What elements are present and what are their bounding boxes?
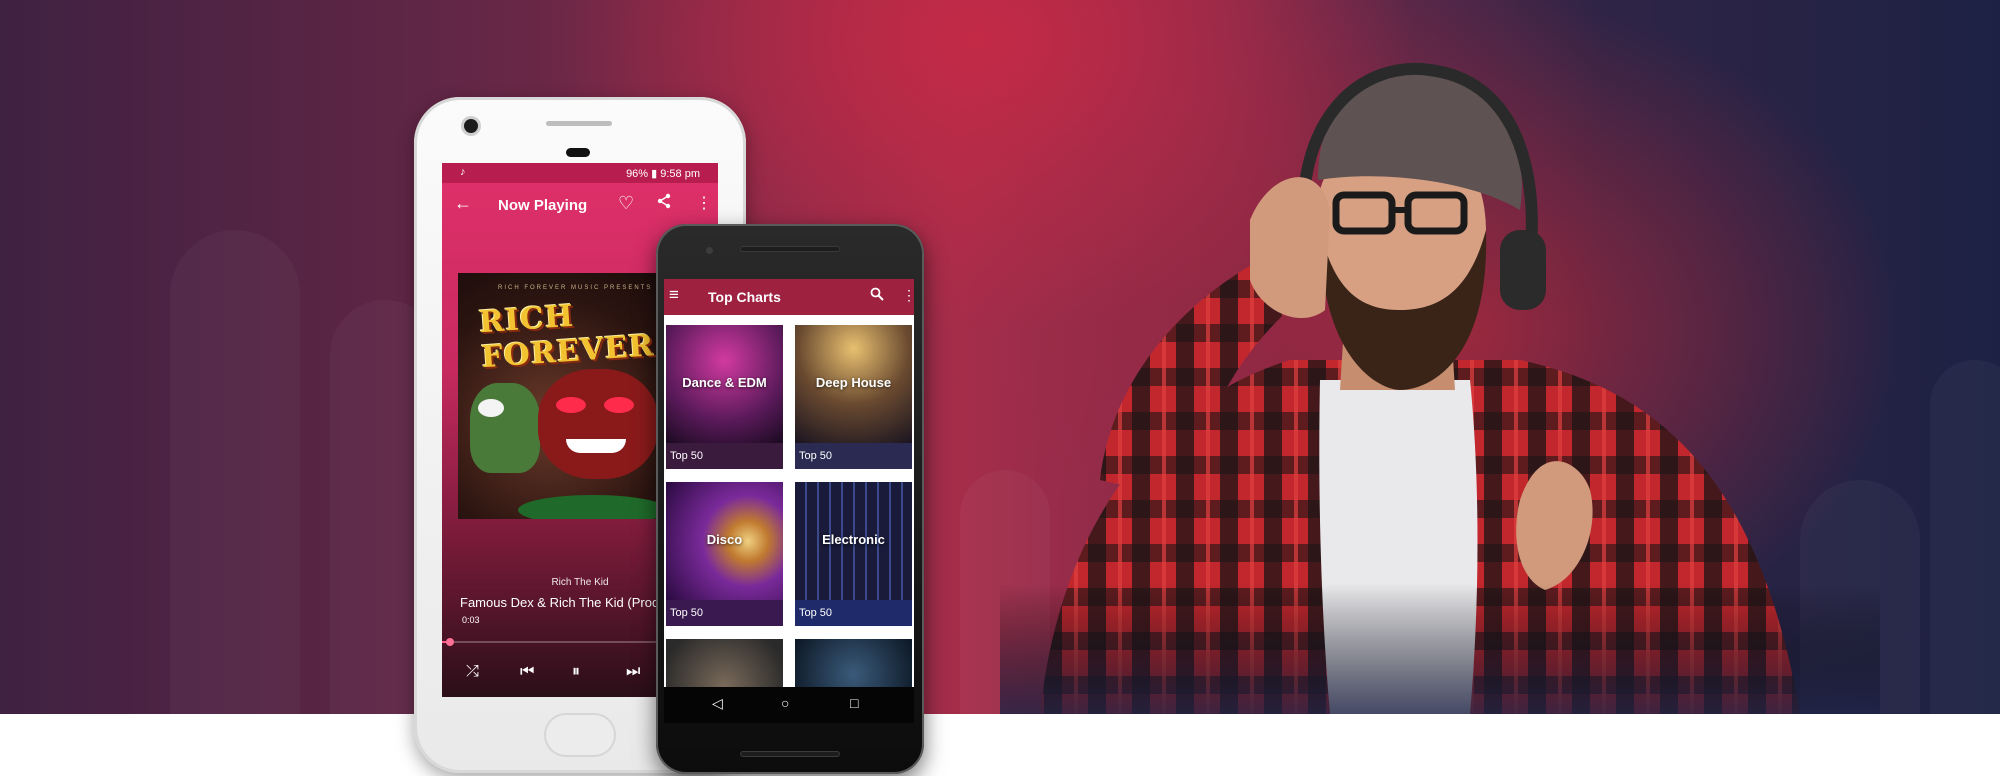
genre-tile-electronic[interactable]: Electronic Top 50 xyxy=(795,482,912,626)
album-art-character xyxy=(470,383,540,473)
pause-icon[interactable]: ⏸ xyxy=(572,663,580,681)
status-bar: ♪ 96% ▮ 9:58 pm xyxy=(442,163,718,183)
page-bottom-strip xyxy=(0,714,2000,776)
search-icon[interactable] xyxy=(870,287,884,304)
elapsed-time: 0:03 xyxy=(462,615,480,625)
earpiece-speaker xyxy=(740,246,840,252)
genre-tile-name: Dance & EDM xyxy=(682,375,767,390)
back-arrow-icon[interactable]: ← xyxy=(454,193,472,214)
app-bar: ← Now Playing ♡ ⋮ xyxy=(442,183,718,229)
more-vert-icon[interactable]: ⋮ xyxy=(696,193,712,213)
share-icon[interactable] xyxy=(656,193,672,214)
genre-tile-subtitle: Top 50 xyxy=(799,450,833,462)
screen-title: Now Playing xyxy=(498,197,588,214)
genre-tile-name: Electronic xyxy=(822,532,885,547)
home-button[interactable] xyxy=(544,713,616,757)
album-art-eye xyxy=(604,397,634,413)
front-camera xyxy=(464,119,478,133)
album-art-character xyxy=(538,369,658,479)
screen-title: Top Charts xyxy=(708,289,781,305)
bottom-speaker xyxy=(740,751,840,757)
hamburger-menu-icon[interactable]: ≡ xyxy=(669,285,679,305)
music-note-icon: ♪ xyxy=(460,166,466,178)
album-art-teeth xyxy=(566,439,626,453)
genre-tile-caption-bar: Top 50 xyxy=(666,600,783,626)
genre-tile-subtitle: Top 50 xyxy=(670,607,704,619)
hero-banner xyxy=(0,0,2000,714)
status-indicators: 96% ▮ 9:58 pm xyxy=(626,168,700,180)
app-bar: ≡ Top Charts ⋮ xyxy=(664,279,914,315)
album-art-eye xyxy=(556,397,586,413)
navigation-bar: ◁ ○ □ xyxy=(664,687,914,723)
earpiece-speaker xyxy=(546,121,612,126)
album-art-globe xyxy=(518,495,668,519)
favorite-heart-icon[interactable]: ♡ xyxy=(618,193,634,214)
shuffle-icon[interactable]: ⤮ xyxy=(466,663,479,681)
background-column xyxy=(1930,360,2000,714)
genre-tile-caption-bar: Top 50 xyxy=(666,443,783,469)
recents-square-icon[interactable]: □ xyxy=(850,695,858,711)
background-column xyxy=(170,230,300,714)
previous-track-icon[interactable]: ⏮ xyxy=(520,663,534,681)
seek-bar-thumb[interactable] xyxy=(446,638,455,646)
back-triangle-icon[interactable]: ◁ xyxy=(712,695,723,712)
genre-tile-caption-bar: Top 50 xyxy=(795,443,912,469)
album-art-publisher: RICH FOREVER MUSIC PRESENTS xyxy=(498,285,653,291)
genre-tile-name: Disco xyxy=(706,532,743,547)
next-track-icon[interactable]: ⏭ xyxy=(626,663,640,681)
genre-tile-disco[interactable]: Disco Top 50 xyxy=(666,482,783,626)
front-camera xyxy=(706,247,713,254)
proximity-sensor xyxy=(566,148,590,157)
genre-tile-name: Deep House xyxy=(815,375,892,390)
man-with-headphones-photo xyxy=(1000,60,1880,714)
top-charts-phone: ≡ Top Charts ⋮ Dance & EDM Top 50 Deep H… xyxy=(656,224,924,774)
home-circle-icon[interactable]: ○ xyxy=(781,695,789,711)
genre-tile-dance-edm[interactable]: Dance & EDM Top 50 xyxy=(666,325,783,469)
genre-tile-caption-bar: Top 50 xyxy=(795,600,912,626)
album-art-eye xyxy=(478,399,504,417)
more-vert-icon[interactable]: ⋮ xyxy=(902,287,914,304)
genre-tile-deep-house[interactable]: Deep House Top 50 xyxy=(795,325,912,469)
genre-tile-subtitle: Top 50 xyxy=(670,450,704,462)
top-charts-screen: ≡ Top Charts ⋮ Dance & EDM Top 50 Deep H… xyxy=(664,279,914,723)
genre-tile-subtitle: Top 50 xyxy=(799,607,833,619)
